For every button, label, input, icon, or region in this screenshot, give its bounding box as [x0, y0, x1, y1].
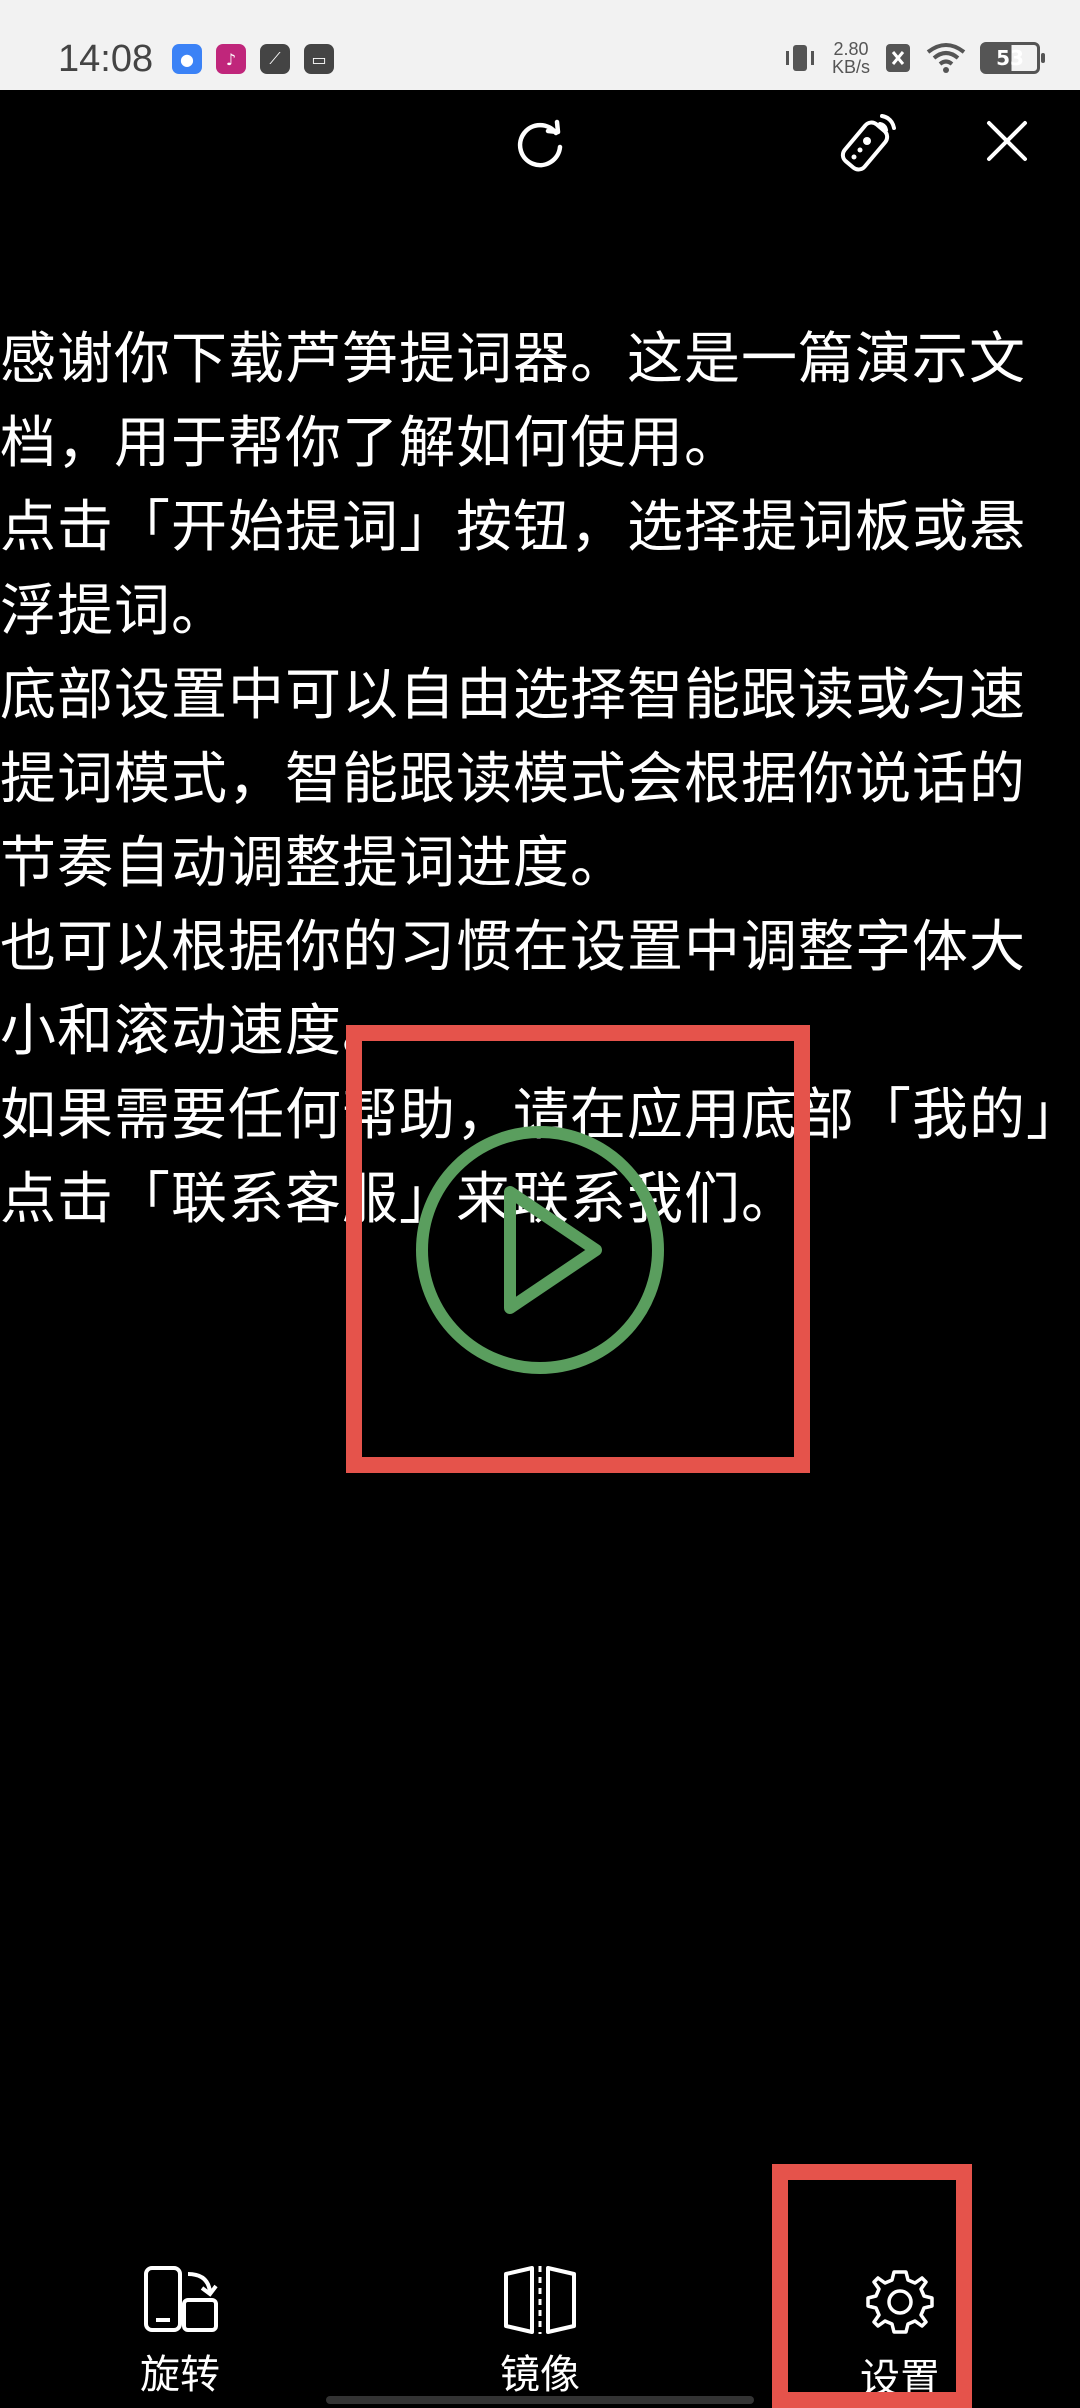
mirror-label: 镜像 — [500, 2352, 580, 2398]
mirror-button[interactable]: 镜像 — [460, 2264, 620, 2400]
no-sim-icon — [886, 44, 910, 72]
status-app-icons: ● ♪ ⟋ ▭ — [172, 44, 334, 74]
leaf-app-icon: ⟋ — [260, 44, 290, 74]
remote-control-button[interactable] — [832, 106, 906, 180]
mirror-icon — [504, 2266, 576, 2334]
status-time: 14:08 — [58, 38, 154, 80]
refresh-icon — [517, 119, 563, 168]
net-speed-value: 2.80 — [833, 39, 869, 59]
close-button[interactable] — [972, 106, 1042, 176]
rotate-icon — [144, 2266, 218, 2332]
rotate-label: 旋转 — [140, 2352, 220, 2398]
top-toolbar — [0, 90, 1080, 200]
close-icon — [987, 121, 1027, 161]
wifi-icon — [926, 43, 966, 73]
refresh-button[interactable] — [505, 110, 575, 180]
home-indicator[interactable] — [326, 2396, 754, 2404]
settings-button-highlight — [772, 2164, 972, 2408]
script-paragraph: 点击「开始提词」按钮，选择提词板或悬浮提词。 — [0, 495, 1026, 644]
rotate-button[interactable]: 旋转 — [100, 2264, 260, 2400]
pink-app-icon: ♪ — [216, 44, 246, 74]
status-bar: 14:08 ● ♪ ⟋ ▭ 2.80 KB/s 53 — [0, 0, 1080, 90]
battery-level: 53 — [996, 46, 1024, 70]
lock-app-icon: ● — [172, 44, 202, 74]
vibrate-icon — [785, 45, 814, 71]
battery-indicator: 53 — [980, 42, 1045, 74]
play-icon — [416, 1126, 664, 1374]
script-paragraph: 底部设置中可以自由选择智能跟读或匀速提词模式，智能跟读模式会根据你说话的节奏自动… — [0, 663, 1026, 896]
script-paragraph: 感谢你下载芦笋提词器。这是一篇演示文档，用于帮你了解如何使用。 — [0, 327, 1026, 476]
net-speed: 2.80 KB/s — [832, 40, 870, 76]
play-button[interactable] — [412, 1122, 668, 1378]
remote-control-icon — [840, 114, 896, 172]
status-right-icons: 2.80 KB/s 53 — [782, 40, 1045, 76]
net-speed-unit: KB/s — [831, 57, 870, 77]
bag-app-icon: ▭ — [304, 44, 334, 74]
